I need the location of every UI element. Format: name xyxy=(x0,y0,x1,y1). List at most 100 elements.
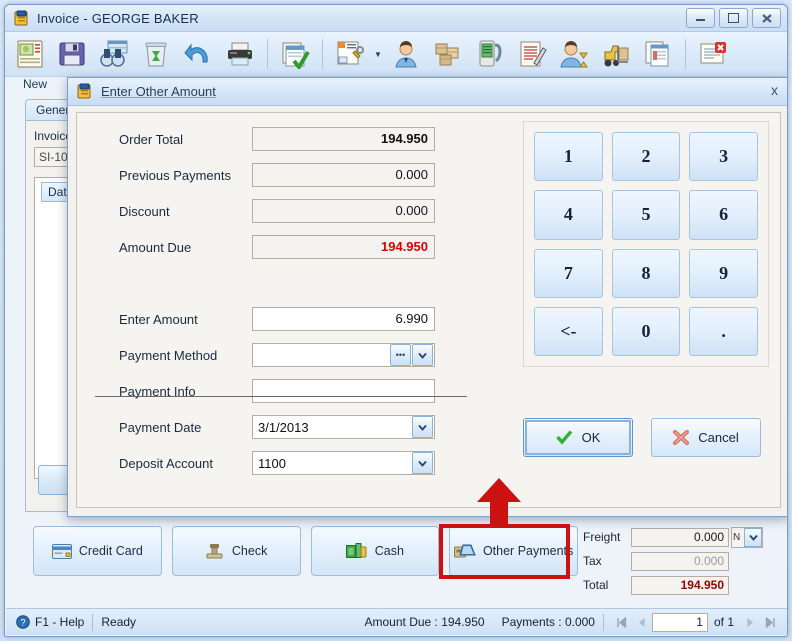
ellipsis-icon[interactable]: ••• xyxy=(390,344,411,366)
tax-row: Tax 0.000 xyxy=(583,550,769,572)
print-icon[interactable] xyxy=(220,34,260,74)
total-row: Total 194.950 xyxy=(583,574,769,596)
form-divider xyxy=(95,396,467,397)
shipping-forklift-icon[interactable] xyxy=(596,34,636,74)
payment-info-input[interactable] xyxy=(252,379,435,403)
notes-pen-icon[interactable] xyxy=(512,34,552,74)
enter-amount-label: Enter Amount xyxy=(119,311,198,327)
enter-amount-row: Enter Amount 6.990 xyxy=(87,301,487,337)
new-document-icon[interactable] xyxy=(10,34,50,74)
enter-amount-input[interactable]: 6.990 xyxy=(252,307,435,331)
key-2[interactable]: 2 xyxy=(611,132,681,182)
customize-tools-icon[interactable] xyxy=(330,34,370,74)
payment-method-row: Payment Method ••• xyxy=(87,337,487,373)
status-separator xyxy=(493,614,494,631)
nav-first-button[interactable] xyxy=(612,613,632,631)
credit-card-icon xyxy=(51,543,72,559)
status-amount-due: Amount Due : 194.950 xyxy=(364,615,485,629)
dialog-close-icon[interactable]: x xyxy=(771,82,778,98)
dialog-body: Order Total 194.950 Previous Payments 0.… xyxy=(76,112,781,508)
nav-prev-button[interactable] xyxy=(632,613,652,631)
chevron-down-icon[interactable]: ▼ xyxy=(372,34,384,74)
delete-recycle-icon[interactable] xyxy=(136,34,176,74)
page-count-label: of 1 xyxy=(713,615,734,629)
other-payments-icon xyxy=(453,543,476,560)
key-3[interactable]: 3 xyxy=(689,132,758,182)
save-floppy-icon[interactable] xyxy=(52,34,92,74)
maximize-button[interactable] xyxy=(719,8,748,28)
previous-payments-value: 0.000 xyxy=(252,163,435,187)
payment-date-combo[interactable]: 3/1/2013 xyxy=(252,415,435,439)
close-x-icon xyxy=(673,430,690,445)
new-button-label[interactable]: New xyxy=(23,77,47,91)
key-6[interactable]: 6 xyxy=(689,190,758,240)
credit-card-button[interactable]: Credit Card xyxy=(33,526,162,576)
pending-person-icon[interactable] xyxy=(554,34,594,74)
inventory-boxes-icon[interactable] xyxy=(428,34,468,74)
key-4[interactable]: 4 xyxy=(534,190,603,240)
minimize-button[interactable] xyxy=(686,8,715,28)
key-8[interactable]: 8 xyxy=(611,248,681,298)
screen: Invoice - GEORGE BAKER ▼ New General Inv… xyxy=(0,0,792,641)
dialog-titlebar: Enter Other Amount x xyxy=(68,78,787,106)
toolbar-separator xyxy=(685,39,686,69)
deposit-account-row: Deposit Account 1100 xyxy=(87,445,487,481)
chevron-down-icon[interactable] xyxy=(412,416,433,438)
payment-info-row: Payment Info xyxy=(87,373,487,409)
cancel-label: Cancel xyxy=(698,430,739,445)
help-item[interactable]: ? F1 - Help xyxy=(6,615,84,629)
find-binoculars-icon[interactable] xyxy=(94,34,134,74)
dialog-actions: OK Cancel xyxy=(523,418,769,457)
ok-label: OK xyxy=(581,430,601,445)
application-icon xyxy=(13,10,30,27)
key-decimal[interactable]: . xyxy=(689,306,758,356)
help-label: F1 - Help xyxy=(35,615,85,629)
nav-last-button[interactable] xyxy=(760,613,780,631)
nav-next-button[interactable] xyxy=(740,613,760,631)
freight-value[interactable]: 0.000 xyxy=(631,527,729,547)
check-button[interactable]: Check xyxy=(171,526,301,576)
chevron-down-icon[interactable] xyxy=(744,527,762,547)
approve-check-icon[interactable] xyxy=(275,34,315,74)
key-0[interactable]: 0 xyxy=(611,306,681,356)
close-document-icon[interactable] xyxy=(693,34,733,74)
cash-button[interactable]: Cash xyxy=(310,526,440,576)
chevron-down-icon[interactable] xyxy=(412,452,433,474)
previous-payments-label: Previous Payments xyxy=(119,167,231,183)
cash-label: Cash xyxy=(374,544,404,558)
window-titlebar: Invoice - GEORGE BAKER xyxy=(5,5,787,32)
toolbar-separator xyxy=(267,39,268,69)
numeric-keypad: 1 2 3 4 5 6 7 8 9 <- 0 . xyxy=(523,121,769,367)
cancel-button[interactable]: Cancel xyxy=(651,418,761,457)
deposit-account-combo[interactable]: 1100 xyxy=(252,451,435,475)
customer-person-icon[interactable] xyxy=(386,34,426,74)
other-payments-button[interactable]: Other Payments xyxy=(449,526,578,576)
key-5[interactable]: 5 xyxy=(611,190,681,240)
close-button[interactable] xyxy=(752,8,781,28)
total-label: Total xyxy=(583,578,609,592)
freight-mode-combo[interactable]: N xyxy=(731,526,763,548)
freight-label: Freight xyxy=(583,530,621,544)
totals-panel: Freight 0.000 N Tax 0.000 Total 194.950 xyxy=(583,526,769,598)
page-number-input[interactable]: 1 xyxy=(651,612,708,632)
ok-button[interactable]: OK xyxy=(523,418,633,457)
discount-row: Discount 0.000 xyxy=(87,193,487,229)
cash-money-icon xyxy=(345,543,368,559)
key-backspace[interactable]: <- xyxy=(534,306,603,356)
status-bar: ? F1 - Help Ready Amount Due : 194.950 P… xyxy=(6,608,787,635)
application-window: Invoice - GEORGE BAKER ▼ New General Inv… xyxy=(4,4,788,637)
dialog-title: Enter Other Amount xyxy=(101,84,216,99)
help-icon: ? xyxy=(16,615,30,629)
key-9[interactable]: 9 xyxy=(689,248,758,298)
key-7[interactable]: 7 xyxy=(534,248,603,298)
toolbar-separator xyxy=(322,39,323,69)
undo-arrow-icon[interactable] xyxy=(178,34,218,74)
amount-due-value: 194.950 xyxy=(252,235,435,259)
chevron-down-icon[interactable] xyxy=(412,344,433,366)
reports-icon[interactable] xyxy=(638,34,678,74)
check-label: Check xyxy=(231,544,268,558)
window-title: Invoice - GEORGE BAKER xyxy=(37,10,199,26)
key-1[interactable]: 1 xyxy=(534,132,603,182)
phone-pda-icon[interactable] xyxy=(470,34,510,74)
payment-method-combo[interactable]: ••• xyxy=(252,343,435,367)
